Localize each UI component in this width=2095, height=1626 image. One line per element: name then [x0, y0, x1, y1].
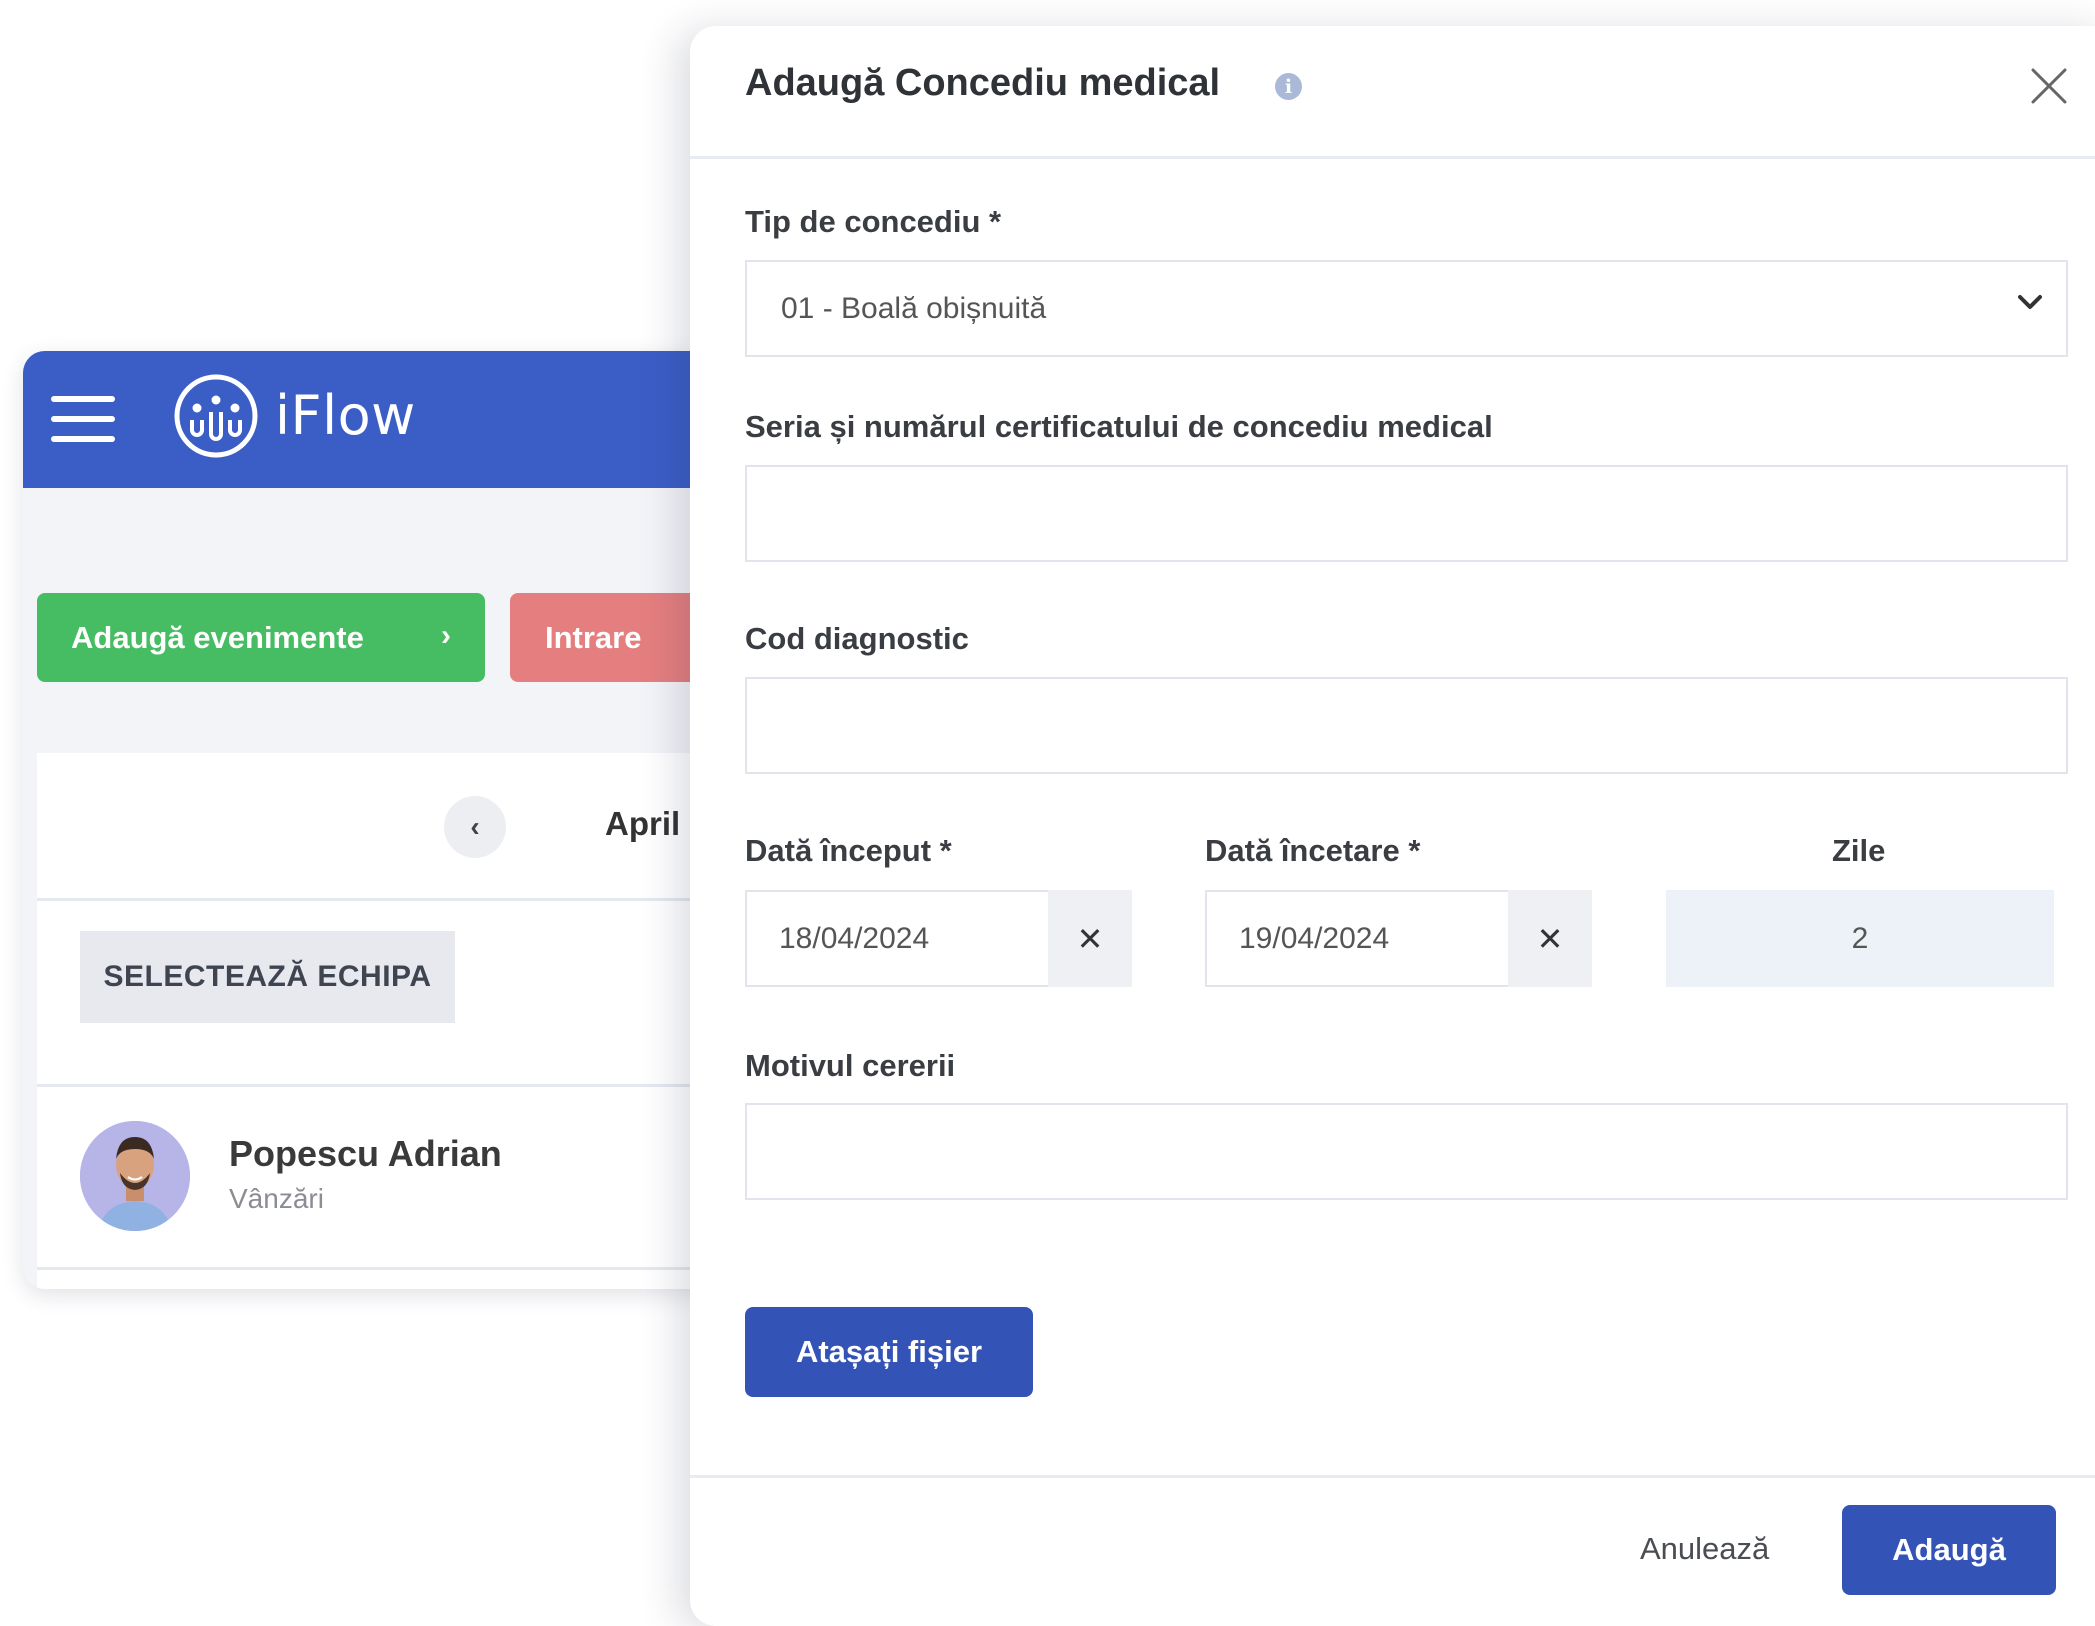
- sick-leave-modal: Adaugă Concediu medical i Tip de concedi…: [690, 26, 2095, 1626]
- entry-button[interactable]: Intrare: [510, 593, 710, 682]
- certificate-label: Seria și numărul certificatului de conce…: [745, 409, 1493, 444]
- start-date-input[interactable]: 18/04/2024: [745, 890, 1050, 987]
- select-team-button[interactable]: SELECTEAZĂ ECHIPA: [80, 931, 455, 1023]
- cancel-button[interactable]: Anulează: [1640, 1531, 1769, 1567]
- modal-title: Adaugă Concediu medical: [745, 62, 1221, 104]
- clear-x-icon: ✕: [1076, 920, 1104, 957]
- avatar: [80, 1121, 190, 1231]
- add-events-label: Adaugă evenimente: [71, 619, 364, 655]
- employee-name: Popescu Adrian: [229, 1133, 502, 1174]
- reason-label: Motivul cererii: [745, 1048, 956, 1083]
- leave-type-select[interactable]: 01 - Boală obișnuită: [745, 260, 2068, 357]
- start-date-value: 18/04/2024: [779, 921, 930, 955]
- chevron-left-icon: ‹: [470, 811, 480, 842]
- add-events-button[interactable]: Adaugă evenimente ›: [37, 593, 485, 682]
- footer-divider: [690, 1475, 2095, 1478]
- clear-end-date-button[interactable]: ✕: [1508, 890, 1592, 987]
- header-divider: [690, 156, 2095, 159]
- diagnostic-input[interactable]: [745, 677, 2068, 774]
- month-label: April: [605, 805, 681, 842]
- reason-input[interactable]: [745, 1103, 2068, 1200]
- end-date-value: 19/04/2024: [1239, 921, 1390, 955]
- end-date-label: Dată încetare *: [1205, 833, 1421, 868]
- submit-button[interactable]: Adaugă: [1842, 1505, 2056, 1595]
- chevron-right-icon: ›: [441, 619, 451, 652]
- start-date-label: Dată început *: [745, 833, 952, 868]
- close-icon[interactable]: [2027, 64, 2071, 108]
- iflow-logo-icon: [174, 374, 258, 458]
- app-name: iFlow: [275, 384, 416, 447]
- clear-x-icon: ✕: [1536, 920, 1564, 957]
- attach-file-button[interactable]: Atașați fișier: [745, 1307, 1033, 1397]
- days-value: 2: [1666, 890, 2054, 987]
- leave-type-label: Tip de concediu *: [745, 204, 1002, 239]
- prev-month-button[interactable]: ‹: [444, 796, 506, 858]
- entry-label: Intrare: [545, 619, 642, 655]
- hamburger-menu-icon[interactable]: [51, 396, 115, 442]
- clear-start-date-button[interactable]: ✕: [1048, 890, 1132, 987]
- certificate-input[interactable]: [745, 465, 2068, 562]
- employee-department: Vânzări: [229, 1183, 324, 1214]
- diagnostic-label: Cod diagnostic: [745, 621, 969, 656]
- chevron-down-icon: [2018, 295, 2042, 309]
- days-label: Zile: [1832, 833, 1886, 868]
- leave-type-value: 01 - Boală obișnuită: [781, 291, 1047, 325]
- info-icon[interactable]: i: [1275, 73, 1302, 100]
- end-date-input[interactable]: 19/04/2024: [1205, 890, 1510, 987]
